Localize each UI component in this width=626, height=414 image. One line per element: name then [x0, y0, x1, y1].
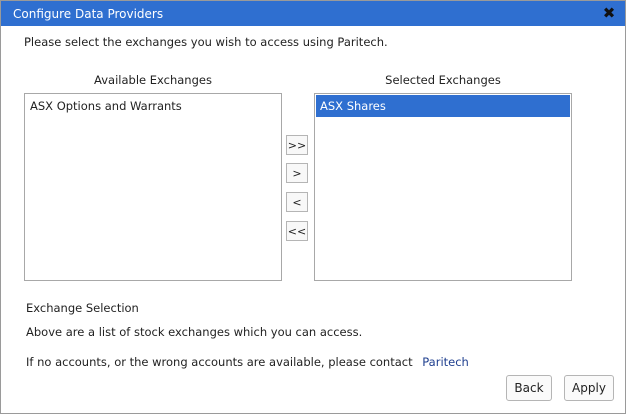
configure-data-providers-dialog: Configure Data Providers ✖ Please select…	[0, 0, 626, 414]
add-all-button[interactable]: >>	[286, 135, 308, 155]
list-item[interactable]: ASX Options and Warrants	[26, 95, 280, 117]
add-button[interactable]: >	[286, 163, 308, 183]
contact-message: If no accounts, or the wrong accounts ar…	[26, 355, 413, 369]
list-item[interactable]: ASX Shares	[316, 95, 570, 117]
exchange-selection-heading: Exchange Selection	[26, 301, 139, 315]
title-bar[interactable]: Configure Data Providers ✖	[1, 1, 625, 26]
remove-button[interactable]: <	[286, 192, 308, 212]
selected-exchanges-list[interactable]: ASX Shares	[314, 93, 572, 281]
exchange-info-text: Above are a list of stock exchanges whic…	[26, 325, 363, 339]
intro-text: Please select the exchanges you wish to …	[24, 35, 388, 49]
remove-all-button[interactable]: <<	[286, 221, 308, 241]
available-exchanges-list[interactable]: ASX Options and Warrants	[24, 93, 282, 281]
selected-exchanges-label: Selected Exchanges	[385, 73, 501, 87]
dialog-title: Configure Data Providers	[13, 7, 164, 21]
close-icon[interactable]: ✖	[601, 5, 617, 21]
contact-text: If no accounts, or the wrong accounts ar…	[26, 355, 469, 369]
paritech-link[interactable]: Paritech	[422, 355, 469, 369]
available-exchanges-label: Available Exchanges	[94, 73, 212, 87]
back-button[interactable]: Back	[506, 375, 552, 401]
apply-button[interactable]: Apply	[564, 375, 614, 401]
